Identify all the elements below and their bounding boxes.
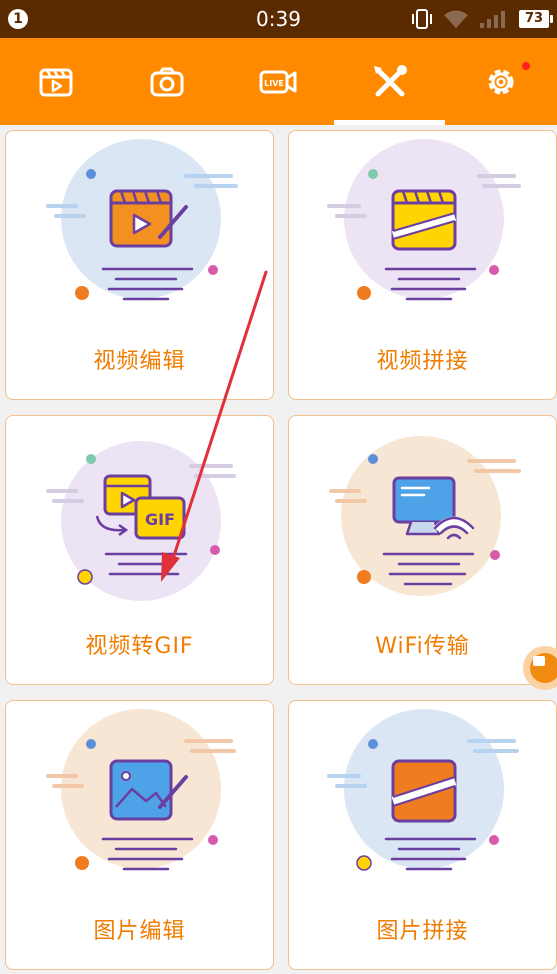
tool-label: 图片编辑 — [93, 919, 186, 944]
settings-badge — [522, 62, 530, 70]
image-edit-icon — [46, 709, 236, 871]
tool-card-video-edit[interactable]: 视频编辑 — [5, 130, 274, 400]
tool-label: 视频拼接 — [376, 349, 469, 374]
live-camera-icon: LIVE — [259, 70, 296, 93]
tool-label: 图片拼接 — [376, 919, 469, 944]
window-icon — [533, 656, 545, 666]
gif-badge-text: GIF — [145, 510, 175, 529]
tool-card-video-to-gif[interactable]: GIF 视频转GIF — [5, 415, 274, 685]
video-stitch-icon — [327, 139, 521, 301]
film-icon — [39, 68, 72, 96]
video-tab[interactable] — [0, 38, 111, 125]
video-edit-icon — [46, 139, 238, 301]
camera-icon — [150, 67, 183, 96]
live-tab[interactable]: LIVE — [222, 38, 333, 125]
status-icons: 73 — [411, 8, 553, 30]
tool-card-video-stitch[interactable]: 视频拼接 — [288, 130, 557, 400]
svg-text:LIVE: LIVE — [264, 79, 284, 88]
signal-icon — [480, 11, 505, 28]
tool-label: WiFi传输 — [375, 634, 470, 659]
tools-tab[interactable] — [334, 38, 445, 125]
tool-card-image-stitch[interactable]: 图片拼接 — [288, 700, 557, 970]
gear-icon — [488, 69, 513, 94]
top-nav: LIVE — [0, 38, 557, 125]
selected-tab-indicator — [334, 120, 445, 125]
vibrate-icon — [412, 9, 432, 29]
battery-icon: 73 — [519, 10, 553, 28]
tool-label: 视频编辑 — [93, 349, 186, 374]
tool-label: 视频转GIF — [85, 634, 194, 659]
video-to-gif-icon: GIF — [46, 441, 236, 601]
tool-card-image-edit[interactable]: 图片编辑 — [5, 700, 274, 970]
wifi-icon — [444, 10, 468, 28]
settings-tab[interactable] — [445, 38, 556, 125]
wifi-transfer-icon — [329, 436, 521, 596]
image-stitch-icon — [327, 709, 519, 871]
tools-icon — [373, 64, 407, 96]
status-bar: 1 0:39 73 — [0, 0, 557, 38]
camera-tab[interactable] — [111, 38, 222, 125]
tool-card-wifi-transfer[interactable]: WiFi传输 — [288, 415, 557, 685]
